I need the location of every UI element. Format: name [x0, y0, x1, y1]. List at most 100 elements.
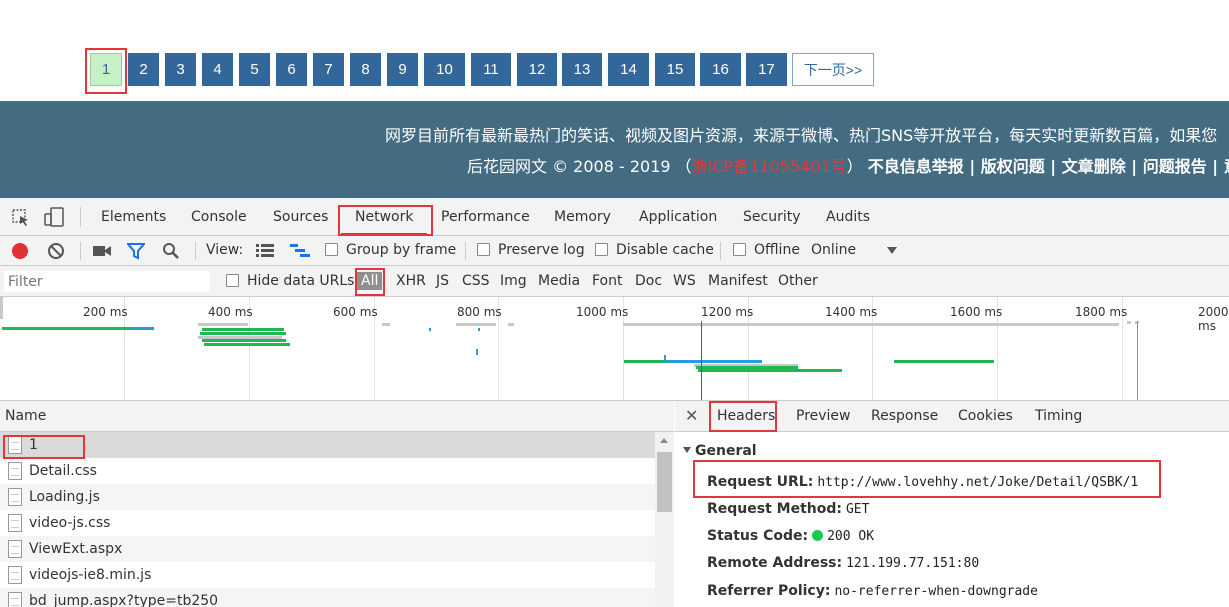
filter-type-media[interactable]: Media: [538, 273, 580, 289]
page-link-5[interactable]: 5: [239, 53, 270, 86]
next-page-link[interactable]: 下一页>>: [792, 53, 874, 86]
preserve-log-toggle[interactable]: Preserve log: [477, 242, 585, 258]
inspect-element-icon[interactable]: [12, 209, 30, 227]
tab-preview[interactable]: Preview: [796, 408, 851, 424]
filter-type-img[interactable]: Img: [500, 273, 527, 289]
tab-memory[interactable]: Memory: [554, 209, 611, 225]
timeline-bar: [202, 339, 286, 342]
page-link-13[interactable]: 13: [562, 53, 602, 86]
tab-security[interactable]: Security: [743, 209, 801, 225]
device-toolbar-icon[interactable]: [44, 207, 66, 227]
large-rows-icon[interactable]: [256, 244, 274, 258]
group-by-frame-checkbox[interactable]: [325, 243, 338, 256]
request-row[interactable]: ViewExt.aspx: [0, 536, 655, 562]
page-link-2[interactable]: 2: [128, 53, 159, 86]
page-link-3[interactable]: 3: [165, 53, 196, 86]
page-link-6[interactable]: 6: [276, 53, 307, 86]
request-name: Loading.js: [29, 489, 100, 505]
request-row[interactable]: bd_jump.aspx?type=tb250: [0, 588, 655, 607]
waterfall-overview-icon[interactable]: [290, 244, 310, 258]
scroll-thumb[interactable]: [657, 452, 672, 512]
timeline-bar: [202, 328, 284, 331]
request-row[interactable]: Loading.js: [0, 484, 655, 510]
timeline-bar: [894, 360, 994, 363]
clear-icon[interactable]: [47, 242, 65, 260]
document-file-icon: [8, 436, 22, 454]
filter-type-ws[interactable]: WS: [673, 273, 696, 289]
request-row[interactable]: videojs-ie8.min.js: [0, 562, 655, 588]
filter-type-doc[interactable]: Doc: [635, 273, 662, 289]
request-row[interactable]: video-js.css: [0, 510, 655, 536]
filter-type-js[interactable]: JS: [436, 273, 449, 289]
filter-funnel-icon[interactable]: [127, 243, 145, 260]
tab-cookies[interactable]: Cookies: [958, 408, 1013, 424]
disable-cache-checkbox[interactable]: [595, 243, 608, 256]
offline-toggle[interactable]: Offline: [733, 242, 800, 258]
offline-checkbox[interactable]: [733, 243, 746, 256]
page-link-8[interactable]: 8: [350, 53, 381, 86]
tab-timing[interactable]: Timing: [1035, 408, 1082, 424]
timeline-bar: [0, 297, 3, 319]
icp-link[interactable]: 浙ICP备11055401号: [692, 157, 847, 176]
tab-audits[interactable]: Audits: [826, 209, 870, 225]
timeline-bar: [198, 323, 248, 326]
timeline-load-marker: [1137, 321, 1138, 400]
record-icon[interactable]: [11, 242, 29, 260]
screenshot-camera-icon[interactable]: [93, 244, 111, 258]
toolbar-separator: [465, 242, 466, 260]
scroll-up-arrow-icon[interactable]: [660, 438, 668, 443]
general-section-header[interactable]: General: [683, 443, 757, 459]
timeline-bar: [508, 323, 514, 326]
timeline-bar: [698, 369, 842, 372]
page-link-4[interactable]: 4: [202, 53, 233, 86]
tab-console[interactable]: Console: [191, 209, 247, 225]
network-overview-timeline[interactable]: 200 ms 400 ms 600 ms 800 ms 1000 ms 1200…: [0, 297, 1229, 401]
filter-type-font[interactable]: Font: [592, 273, 622, 289]
disable-cache-toggle[interactable]: Disable cache: [595, 242, 714, 258]
header-value: 200 OK: [827, 529, 875, 544]
filter-type-xhr[interactable]: XHR: [396, 273, 426, 289]
request-list-scrollbar[interactable]: [655, 432, 674, 607]
filter-type-all[interactable]: All: [357, 272, 383, 290]
header-row-request-method: Request Method: GET: [707, 501, 869, 517]
header-key: Referrer Policy:: [707, 583, 831, 599]
page-link-17[interactable]: 17: [746, 53, 787, 86]
page-link-15[interactable]: 15: [655, 53, 695, 86]
request-row[interactable]: Detail.css: [0, 458, 655, 484]
group-by-frame-toggle[interactable]: Group by frame: [325, 242, 456, 258]
footer-links[interactable]: 不良信息举报 | 版权问题 | 文章删除 | 问题报告 | 意见建: [868, 157, 1229, 176]
header-row-request-url: Request URL: http://www.lovehhy.net/Joke/…: [707, 474, 1138, 490]
page-link-16[interactable]: 16: [700, 53, 741, 86]
tab-headers[interactable]: Headers: [717, 408, 775, 424]
timeline-bar: [132, 327, 154, 330]
page-link-1[interactable]: 1: [90, 53, 122, 86]
tab-sources[interactable]: Sources: [273, 209, 328, 225]
chevron-down-icon[interactable]: [887, 247, 897, 255]
page-link-9[interactable]: 9: [387, 53, 418, 86]
tab-response[interactable]: Response: [871, 408, 938, 424]
hide-data-urls-toggle[interactable]: Hide data URLs: [226, 273, 354, 289]
tab-performance[interactable]: Performance: [441, 209, 530, 225]
page-link-7[interactable]: 7: [313, 53, 344, 86]
tab-application[interactable]: Application: [639, 209, 717, 225]
filter-input[interactable]: [4, 271, 210, 292]
hide-data-urls-checkbox[interactable]: [226, 274, 239, 287]
page-link-12[interactable]: 12: [517, 53, 557, 86]
header-key: Remote Address:: [707, 555, 843, 571]
search-icon[interactable]: [162, 242, 180, 260]
tab-elements[interactable]: Elements: [101, 209, 166, 225]
request-row[interactable]: 1: [0, 432, 655, 458]
filter-type-other[interactable]: Other: [778, 273, 818, 289]
throttling-select[interactable]: Online: [811, 242, 856, 258]
filter-type-css[interactable]: CSS: [462, 273, 490, 289]
filter-type-manifest[interactable]: Manifest: [708, 273, 768, 289]
timeline-bar: [666, 360, 762, 363]
page-link-14[interactable]: 14: [608, 53, 649, 86]
page-link-10[interactable]: 10: [424, 53, 465, 86]
request-list-header[interactable]: Name: [0, 401, 674, 432]
timeline-tick-label: 1200 ms: [701, 305, 754, 319]
tab-network[interactable]: Network: [355, 209, 413, 225]
close-icon[interactable]: ✕: [685, 406, 698, 425]
preserve-log-checkbox[interactable]: [477, 243, 490, 256]
page-link-11[interactable]: 11: [471, 53, 511, 86]
